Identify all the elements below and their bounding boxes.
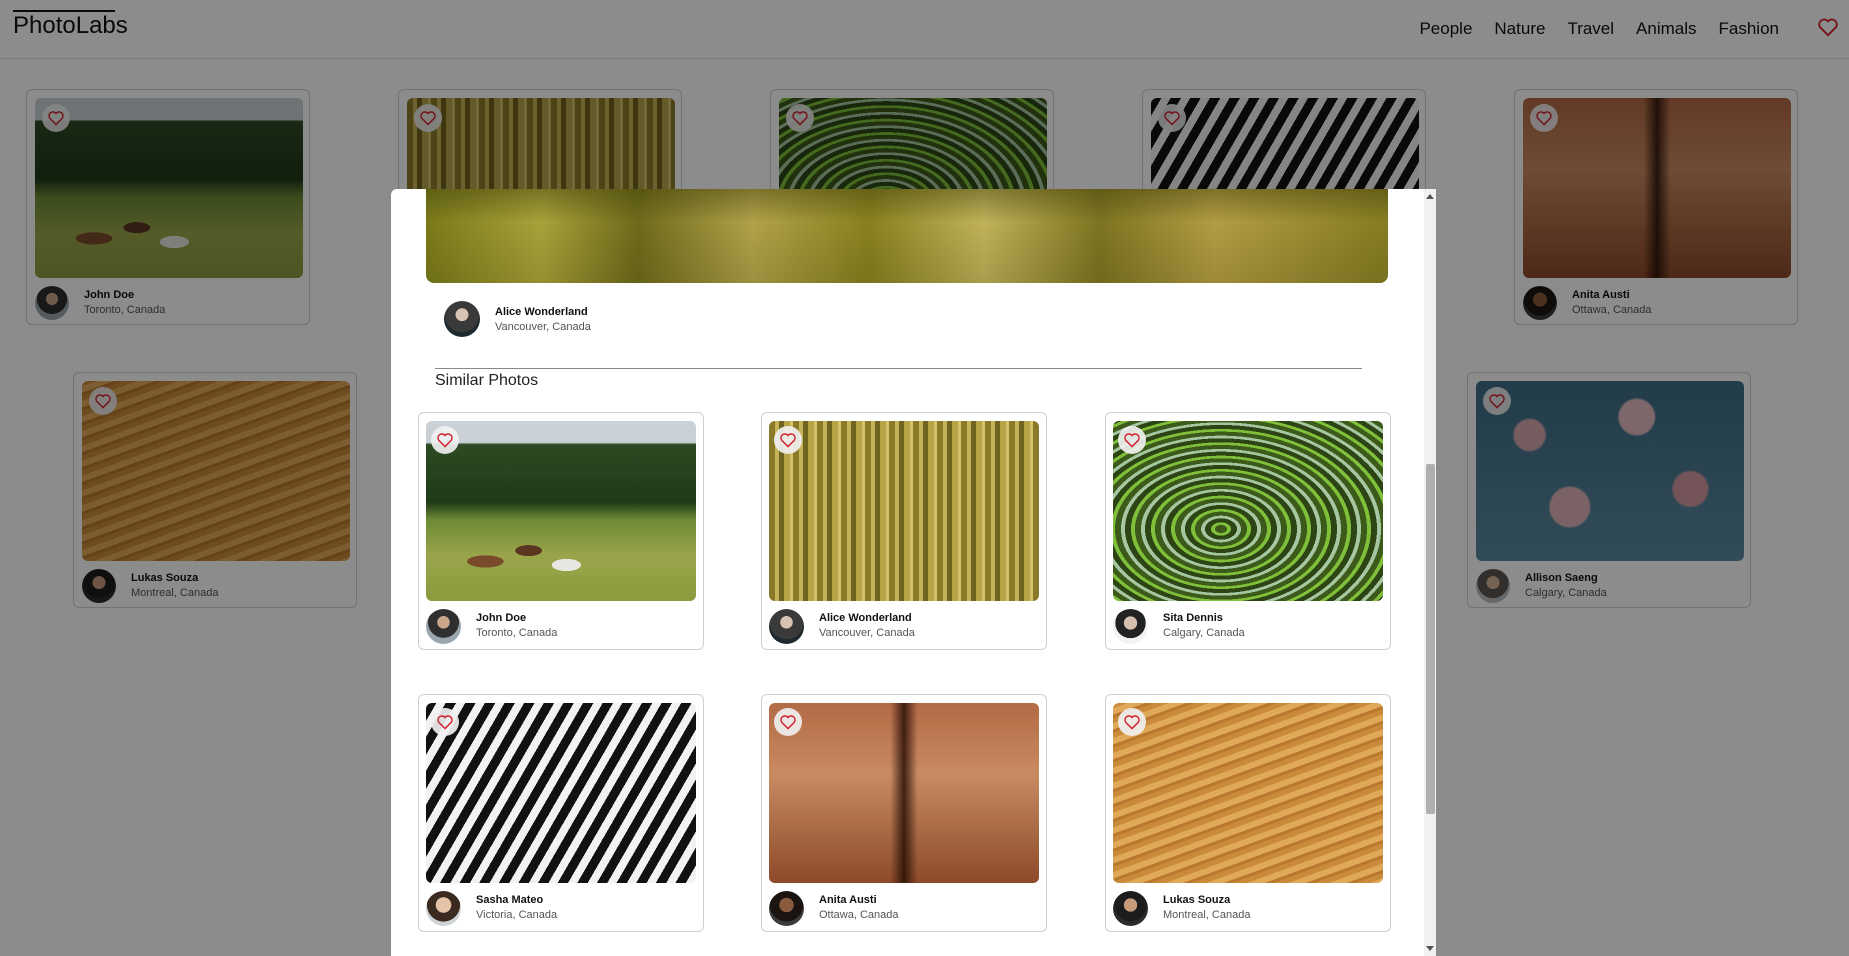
- avatar: [1113, 891, 1148, 926]
- user-location: Calgary, Canada: [1163, 627, 1245, 639]
- similar-photo-card[interactable]: Sita Dennis Calgary, Canada: [1105, 412, 1391, 650]
- scroll-down-arrow-icon[interactable]: [1426, 946, 1434, 951]
- similar-photo-card[interactable]: Alice Wonderland Vancouver, Canada: [761, 412, 1047, 650]
- user-location: Ottawa, Canada: [819, 909, 899, 921]
- author-name: Alice Wonderland: [495, 306, 588, 318]
- user-name: Anita Austi: [819, 894, 877, 906]
- heart-icon: [780, 715, 796, 730]
- fav-button[interactable]: [1118, 708, 1146, 736]
- heart-icon: [780, 433, 796, 448]
- avatar: [426, 891, 461, 926]
- user-name: Sasha Mateo: [476, 894, 544, 906]
- user-location: Montreal, Canada: [1163, 909, 1251, 921]
- fav-button[interactable]: [774, 708, 802, 736]
- similar-photo-card[interactable]: Anita Austi Ottawa, Canada: [761, 694, 1047, 932]
- author-location: Vancouver, Canada: [495, 321, 591, 333]
- fav-button[interactable]: [774, 426, 802, 454]
- similar-photos-heading: Similar Photos: [435, 372, 539, 389]
- user-location: Toronto, Canada: [476, 627, 558, 639]
- similar-photo-card[interactable]: Sasha Mateo Victoria, Canada: [418, 694, 704, 932]
- fav-button[interactable]: [1118, 426, 1146, 454]
- user-name: Sita Dennis: [1163, 612, 1223, 624]
- fav-button[interactable]: [431, 426, 459, 454]
- avatar: [769, 891, 804, 926]
- user-location: Vancouver, Canada: [819, 627, 915, 639]
- user-name: John Doe: [476, 612, 527, 624]
- heart-icon: [437, 433, 453, 448]
- user-name: Lukas Souza: [1163, 894, 1231, 906]
- scroll-up-arrow-icon[interactable]: [1426, 194, 1434, 199]
- user-location: Victoria, Canada: [476, 909, 558, 921]
- modal-scrollbar[interactable]: [1424, 189, 1436, 956]
- fav-button[interactable]: [431, 708, 459, 736]
- avatar: [1113, 609, 1148, 644]
- heart-icon: [1124, 433, 1140, 448]
- similar-photo-card[interactable]: Lukas Souza Montreal, Canada: [1105, 694, 1391, 932]
- section-divider: [435, 368, 1362, 369]
- photo[interactable]: [1113, 703, 1383, 883]
- similar-photo-card[interactable]: John Doe Toronto, Canada: [418, 412, 704, 650]
- scrollbar-thumb[interactable]: [1426, 464, 1435, 814]
- photo[interactable]: [1113, 421, 1383, 601]
- photo[interactable]: [769, 703, 1039, 883]
- photo[interactable]: [426, 421, 696, 601]
- avatar: [426, 609, 461, 644]
- selected-photo: [426, 189, 1388, 283]
- heart-icon: [1124, 715, 1140, 730]
- photo[interactable]: [769, 421, 1039, 601]
- author-avatar: [444, 301, 480, 337]
- heart-icon: [437, 715, 453, 730]
- user-name: Alice Wonderland: [819, 612, 912, 624]
- photo[interactable]: [426, 703, 696, 883]
- avatar: [769, 609, 804, 644]
- photo-details-modal: Alice Wonderland Vancouver, Canada Simil…: [391, 189, 1436, 956]
